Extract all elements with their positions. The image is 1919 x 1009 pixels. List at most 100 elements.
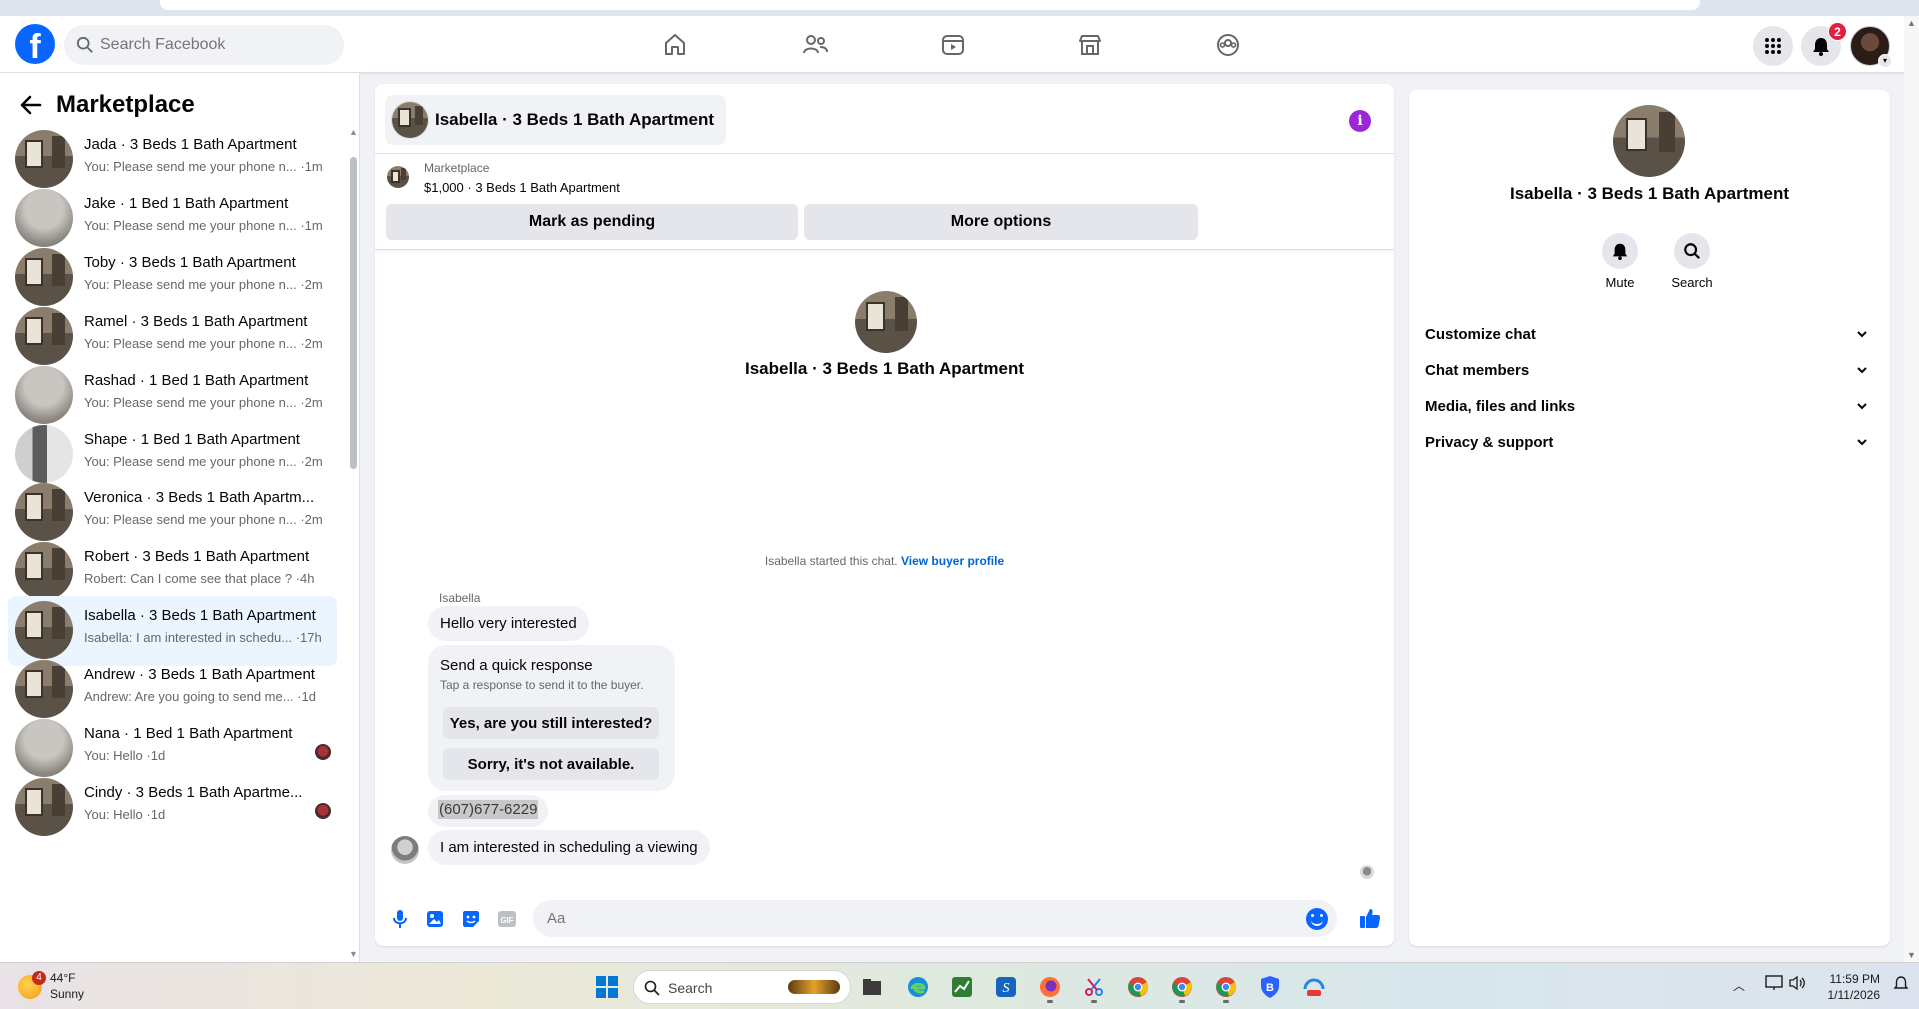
scrollbar-thumb[interactable] bbox=[350, 157, 357, 469]
view-buyer-profile-link[interactable]: View buyer profile bbox=[901, 554, 1004, 568]
emoji-icon[interactable] bbox=[1306, 908, 1328, 930]
address-bar[interactable] bbox=[160, 0, 1700, 10]
buyer-name: Isabella · 3 Beds 1 Bath Apartment bbox=[744, 359, 1024, 378]
chrome-icon bbox=[1172, 977, 1193, 997]
friends-icon bbox=[803, 35, 828, 54]
search-box[interactable] bbox=[64, 25, 344, 65]
conversation-name: Nana · 1 Bed 1 Bath Apartment bbox=[84, 725, 293, 742]
taskbar-edge[interactable] bbox=[902, 971, 934, 1003]
like-button[interactable] bbox=[1358, 906, 1382, 930]
nav-home[interactable] bbox=[619, 24, 731, 66]
chat-window: Isabella · 3 Beds 1 Bath Apartment i Mar… bbox=[375, 84, 1394, 946]
chevron-down-icon: ▾ bbox=[1878, 54, 1892, 68]
quick-reply-still-interested[interactable]: Yes, are you still interested? bbox=[443, 707, 659, 739]
attach-photo-button[interactable] bbox=[424, 908, 446, 930]
mark-as-pending-button[interactable]: Mark as pending bbox=[386, 204, 798, 240]
listing-thumbnail[interactable] bbox=[387, 166, 409, 188]
conversation-snippet: You: Please send me your phone n... ·2m bbox=[84, 395, 323, 410]
facebook-logo[interactable]: f bbox=[15, 24, 55, 64]
top-navigation: f 2 ▾ bbox=[0, 16, 1904, 73]
tray-network-icon[interactable] bbox=[1765, 975, 1783, 994]
conversation-name: Ramel · 3 Beds 1 Bath Apartment bbox=[84, 313, 308, 330]
customize-chat-row[interactable]: Customize chat bbox=[1425, 314, 1876, 354]
conversation-snippet: Andrew: Are you going to send me... ·1d bbox=[84, 689, 316, 704]
taskbar-clock[interactable]: 11:59 PM 1/11/2026 bbox=[1818, 971, 1881, 1003]
gif-button[interactable]: GIF bbox=[496, 908, 518, 930]
listing-bar: Marketplace $1,000 · 3 Beds 1 Bath Apart… bbox=[375, 154, 1394, 250]
nav-friends[interactable] bbox=[759, 24, 871, 66]
conversation-name: Isabella · 3 Beds 1 Bath Apartment bbox=[84, 607, 316, 624]
taskbar-chart-app[interactable] bbox=[946, 971, 978, 1003]
info-icon[interactable]: i bbox=[1349, 110, 1371, 132]
section-label: Privacy & support bbox=[1425, 433, 1554, 451]
search-action[interactable]: Search bbox=[1662, 233, 1722, 290]
conversation-snippet: You: Hello ·1d bbox=[84, 748, 166, 763]
quick-response-card: Send a quick response Tap a response to … bbox=[428, 645, 675, 791]
chat-details-panel: Isabella · 3 Beds 1 Bath Apartment Mute … bbox=[1409, 90, 1890, 946]
section-label: Chat members bbox=[1425, 361, 1530, 379]
more-options-button[interactable]: More options bbox=[804, 204, 1198, 240]
search-button[interactable] bbox=[1674, 233, 1710, 269]
taskbar-chrome-2[interactable] bbox=[1166, 971, 1198, 1003]
taskbar-script-app[interactable]: S bbox=[990, 971, 1022, 1003]
read-receipt-avatar bbox=[315, 803, 331, 819]
chat-title-button[interactable]: Isabella · 3 Beds 1 Bath Apartment bbox=[385, 95, 727, 145]
scroll-up-icon[interactable]: ▲ bbox=[349, 127, 358, 137]
message-bubble-last: I am interested in scheduling a viewing bbox=[428, 830, 710, 865]
sticker-button[interactable] bbox=[460, 908, 482, 930]
scroll-up-icon[interactable]: ▲ bbox=[1907, 18, 1916, 28]
search-icon bbox=[76, 36, 93, 53]
tray-expand-icon[interactable]: ︿ bbox=[1733, 977, 1745, 994]
taskbar-snipping-tool[interactable] bbox=[1078, 971, 1110, 1003]
chevron-down-icon bbox=[1857, 439, 1867, 446]
windows-start-icon[interactable] bbox=[595, 975, 619, 999]
mute-label: Mute bbox=[1605, 275, 1635, 290]
chat-members-row[interactable]: Chat members bbox=[1425, 350, 1876, 390]
chevron-down-icon bbox=[1857, 367, 1867, 374]
details-avatar[interactable] bbox=[1613, 105, 1685, 177]
account-avatar[interactable]: ▾ bbox=[1850, 26, 1892, 68]
message-input[interactable] bbox=[533, 900, 1337, 937]
taskbar-chrome-1[interactable] bbox=[1122, 971, 1154, 1003]
chat-started-notice: Isabella started this chat. View buyer p… bbox=[375, 554, 1394, 568]
taskbar-file-explorer[interactable] bbox=[856, 971, 888, 1003]
nav-groups[interactable] bbox=[1172, 24, 1284, 66]
sidebar-scrollbar[interactable]: ▲ ▼ bbox=[348, 127, 358, 959]
nav-marketplace[interactable] bbox=[1034, 24, 1146, 66]
tray-volume-icon[interactable] bbox=[1788, 975, 1806, 994]
taskbar-search[interactable]: Search bbox=[633, 970, 851, 1004]
mute-action[interactable]: Mute bbox=[1590, 233, 1650, 290]
notification-badge: 2 bbox=[1828, 22, 1847, 41]
taskbar-firefox[interactable] bbox=[1034, 971, 1066, 1003]
back-button[interactable] bbox=[16, 90, 46, 120]
conversation-name: Jake · 1 Bed 1 Bath Apartment bbox=[84, 195, 289, 212]
scroll-down-icon[interactable]: ▼ bbox=[349, 949, 358, 959]
phone-number[interactable]: (607)677-6229 bbox=[438, 800, 539, 819]
conversation-item[interactable]: Cindy · 3 Beds 1 Bath Apartme... You: Hel… bbox=[8, 773, 337, 843]
taskbar-shield-app[interactable]: B bbox=[1254, 971, 1286, 1003]
running-indicator bbox=[1047, 1000, 1053, 1003]
listing-price[interactable]: $1,000 · 3 Beds 1 Bath Apartment bbox=[424, 180, 620, 195]
voice-clip-button[interactable] bbox=[389, 908, 411, 930]
page-scrollbar[interactable]: ▲ ▼ bbox=[1904, 16, 1919, 962]
notification-center-icon[interactable] bbox=[1893, 975, 1909, 996]
privacy-support-row[interactable]: Privacy & support bbox=[1425, 422, 1876, 462]
taskbar-chrome-3[interactable] bbox=[1210, 971, 1242, 1003]
scroll-down-icon[interactable]: ▼ bbox=[1907, 950, 1916, 960]
media-files-links-row[interactable]: Media, files and links bbox=[1425, 386, 1876, 426]
notifications-button[interactable]: 2 bbox=[1801, 22, 1847, 66]
menu-button[interactable] bbox=[1753, 26, 1793, 66]
mute-button[interactable] bbox=[1602, 233, 1638, 269]
conversation-name: Toby · 3 Beds 1 Bath Apartment bbox=[84, 254, 296, 271]
taskbar-vpn-app[interactable] bbox=[1298, 971, 1330, 1003]
phone-message-bubble: (607)677-6229 bbox=[428, 795, 549, 827]
quick-reply-not-available[interactable]: Sorry, it's not available. bbox=[443, 748, 659, 780]
sender-avatar bbox=[391, 836, 419, 864]
windows-taskbar: 4 44°F Sunny Search S B ︿ 11:59 PM 1/11/… bbox=[0, 962, 1919, 1009]
search-input[interactable] bbox=[100, 25, 335, 65]
grid-menu-icon bbox=[1765, 38, 1781, 54]
weather-condition: Sunny bbox=[50, 987, 85, 1001]
nav-watch[interactable] bbox=[897, 24, 1009, 66]
shield-icon: B bbox=[1261, 976, 1279, 998]
microphone-icon bbox=[393, 910, 407, 928]
